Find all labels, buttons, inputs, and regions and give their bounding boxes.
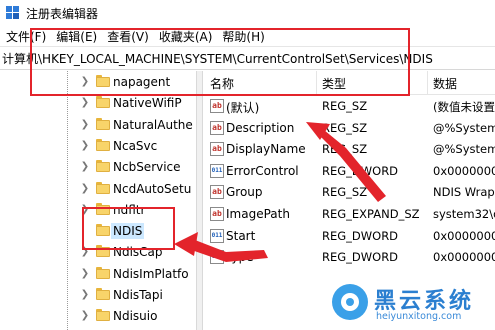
tree-item-label: NdisTapi	[113, 288, 163, 302]
string-value-icon: ab	[210, 99, 224, 113]
column-divider[interactable]	[427, 71, 428, 95]
value-data: NDIS Wrap	[433, 185, 495, 200]
watermark: 黑云系统 heiyunxitong.com	[318, 282, 495, 330]
value-type: REG_DWORD	[322, 250, 399, 265]
title-bar: 注册表编辑器	[0, 0, 495, 26]
value-type: REG_EXPAND_SZ	[322, 207, 420, 221]
value-row[interactable]: 011 Start REG_DWORD 0x0000000	[204, 226, 495, 247]
value-type: REG_SZ	[322, 142, 368, 157]
tree-item-label: NcaSvc	[113, 138, 158, 153]
value-name: ErrorControl	[226, 163, 299, 178]
value-type: REG_SZ	[322, 185, 368, 200]
binary-value-icon: 011	[210, 250, 224, 265]
column-header-data[interactable]: 数据	[433, 75, 457, 92]
value-row[interactable]: ab DisplayName REG_SZ @%Systeml	[204, 139, 495, 160]
value-name: Type	[226, 250, 254, 265]
value-row[interactable]: ab Description REG_SZ @%Systeml	[204, 118, 495, 139]
tree-item[interactable]: ❯ NaturalAuthe	[0, 114, 195, 136]
value-type: REG_DWORD	[322, 228, 399, 243]
folder-icon	[96, 117, 110, 130]
value-data: 0x0000000	[433, 228, 495, 243]
key-tree-pane: ❯ napagent ❯ NativeWifiP ❯ NaturalAuthe ❯ NcaSv…	[0, 71, 195, 330]
annotation-box-ndis	[82, 207, 175, 250]
tree-item-label: NaturalAuthe	[113, 117, 193, 132]
folder-icon	[96, 181, 110, 194]
value-name: Group	[226, 185, 263, 200]
tree-item-label: NdisImPlatfo	[113, 266, 189, 281]
annotation-box-address	[30, 28, 410, 96]
tree-item-label: NativeWifiP	[113, 96, 182, 111]
value-data: @%Systeml	[433, 120, 495, 135]
chevron-right-icon[interactable]: ❯	[80, 139, 90, 153]
value-row[interactable]: 011 ErrorControl REG_DWORD 0x0000000	[204, 161, 495, 182]
chevron-right-icon[interactable]: ❯	[80, 309, 90, 323]
value-data: 0x0000000	[433, 250, 495, 265]
window-title: 注册表编辑器	[26, 6, 99, 21]
folder-icon	[96, 138, 110, 151]
chevron-right-icon[interactable]: ❯	[80, 288, 90, 302]
chevron-right-icon[interactable]: ❯	[80, 182, 90, 196]
string-value-icon: ab	[210, 207, 224, 221]
folder-icon	[96, 288, 110, 300]
value-name: Start	[226, 228, 256, 243]
brand-logo-icon	[332, 284, 368, 320]
value-name: (默认)	[226, 101, 260, 115]
tree-item[interactable]: ❯ NdisImPlatfo	[0, 263, 195, 285]
string-value-icon: ab	[210, 120, 224, 135]
value-data: @%Systeml	[433, 142, 495, 157]
tree-item[interactable]: ❯ NcdAutoSetu	[0, 178, 195, 200]
tree-item-label: NcbService	[113, 160, 181, 175]
chevron-right-icon[interactable]: ❯	[80, 96, 90, 110]
string-value-icon: ab	[210, 185, 224, 200]
tree-item[interactable]: ❯ NcaSvc	[0, 135, 195, 157]
value-row[interactable]: ab Group REG_SZ NDIS Wrap	[204, 182, 495, 203]
binary-value-icon: 011	[210, 163, 224, 178]
folder-icon	[96, 309, 110, 322]
value-type: REG_SZ	[322, 99, 368, 113]
value-name: ImagePath	[226, 207, 290, 221]
value-name: DisplayName	[226, 142, 306, 157]
value-row[interactable]: ab (默认) REG_SZ (数值未设置)	[204, 96, 495, 117]
value-data: (数值未设置)	[433, 100, 495, 114]
value-type: REG_SZ	[322, 120, 368, 135]
value-data: 0x0000000	[433, 163, 495, 178]
registry-editor-icon	[6, 6, 20, 20]
tree-item[interactable]: ❯ NdisTapi	[0, 284, 195, 306]
tree-item[interactable]: ❯ Ndisuio	[0, 305, 195, 327]
chevron-right-icon[interactable]: ❯	[80, 160, 90, 174]
folder-icon	[96, 96, 110, 109]
binary-value-icon: 011	[210, 228, 224, 243]
value-data: system32\d	[433, 207, 495, 221]
chevron-right-icon[interactable]: ❯	[80, 118, 90, 132]
watermark-url: heiyunxitong.com	[376, 311, 462, 322]
tree-item-label: NcdAutoSetu	[113, 181, 192, 196]
value-type: REG_DWORD	[322, 163, 399, 178]
tree-item-label: Ndisuio	[113, 309, 158, 324]
folder-icon	[96, 266, 110, 279]
value-name: Description	[226, 120, 295, 135]
pane-splitter[interactable]	[196, 71, 203, 330]
folder-icon	[96, 160, 110, 173]
chevron-right-icon[interactable]: ❯	[80, 267, 90, 281]
value-row[interactable]: ab ImagePath REG_EXPAND_SZ system32\d	[204, 204, 495, 225]
tree-item[interactable]: ❯ NcbService	[0, 156, 195, 178]
value-row[interactable]: 011 Type REG_DWORD 0x0000000	[204, 247, 495, 268]
string-value-icon: ab	[210, 142, 224, 157]
